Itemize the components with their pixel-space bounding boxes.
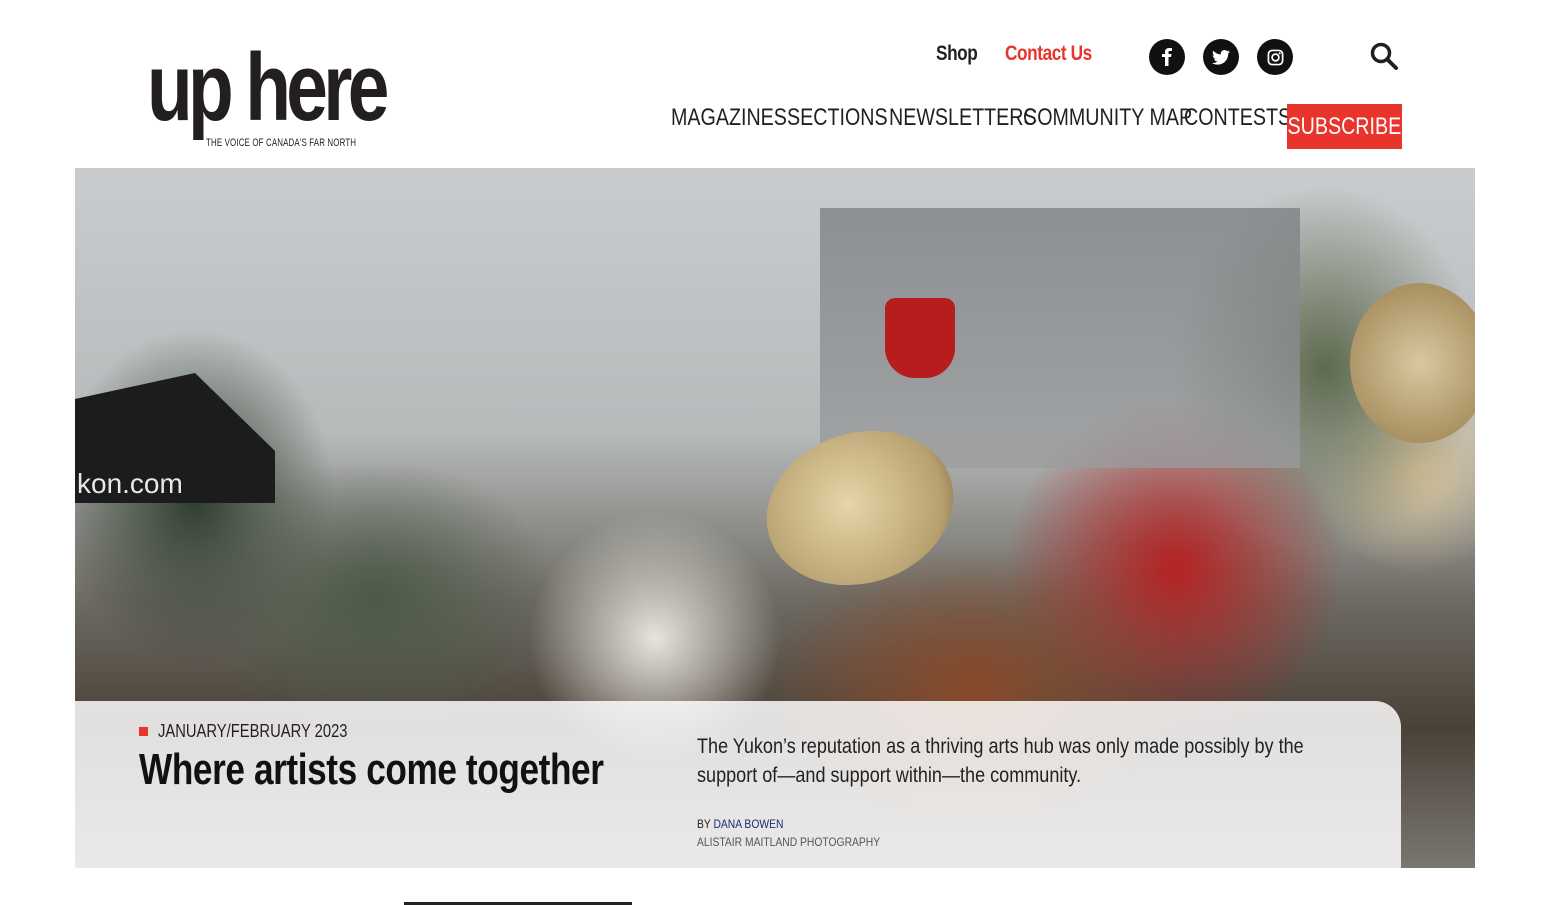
subscribe-label: SUBSCRIBE: [1287, 112, 1402, 140]
issue-text: JANUARY/FEBRUARY 2023: [158, 721, 348, 741]
hero-drum-right: [1350, 283, 1475, 443]
nav-community-map[interactable]: COMMUNITY MAP: [1023, 104, 1192, 132]
issue-label[interactable]: JANUARY/FEBRUARY 2023: [139, 721, 389, 742]
facebook-icon[interactable]: [1149, 39, 1185, 75]
hero-caption-panel: JANUARY/FEBRUARY 2023 Where artists come…: [75, 701, 1401, 868]
byline: BY DANA BOWEN: [697, 817, 783, 831]
nav-magazines[interactable]: MAGAZINES: [671, 104, 787, 132]
hero-mask: [885, 298, 955, 378]
top-links: Shop Contact Us: [936, 42, 1110, 66]
issue-marker: [139, 727, 148, 736]
site-logo[interactable]: up here THE VOICE OF CANADA'S FAR NORTH: [147, 38, 389, 155]
nav-sections[interactable]: SECTIONS: [787, 104, 888, 132]
hero-tent-text: kon.com: [77, 468, 183, 499]
logo-wordmark: up here: [147, 34, 389, 141]
nav-newsletters[interactable]: NEWSLETTERS: [889, 104, 1037, 132]
nav-contests[interactable]: CONTESTS: [1184, 104, 1291, 132]
article-title[interactable]: Where artists come together: [139, 745, 604, 795]
twitter-icon[interactable]: [1203, 39, 1239, 75]
main-nav: MAGAZINES SECTIONS NEWSLETTERS COMMUNITY…: [671, 104, 1291, 132]
byline-prefix: BY: [697, 817, 711, 831]
logo-tagline: THE VOICE OF CANADA'S FAR NORTH: [206, 137, 357, 149]
social-links: [1149, 39, 1293, 75]
search-icon[interactable]: [1369, 41, 1399, 71]
author-link[interactable]: DANA BOWEN: [713, 817, 783, 831]
contact-link[interactable]: Contact Us: [1005, 42, 1092, 66]
subscribe-button[interactable]: SUBSCRIBE: [1287, 104, 1402, 149]
photo-credit: ALISTAIR MAITLAND PHOTOGRAPHY: [697, 835, 881, 849]
article-dek: The Yukon’s reputation as a thriving art…: [697, 735, 1304, 787]
shop-link[interactable]: Shop: [936, 42, 978, 66]
instagram-icon[interactable]: [1257, 39, 1293, 75]
